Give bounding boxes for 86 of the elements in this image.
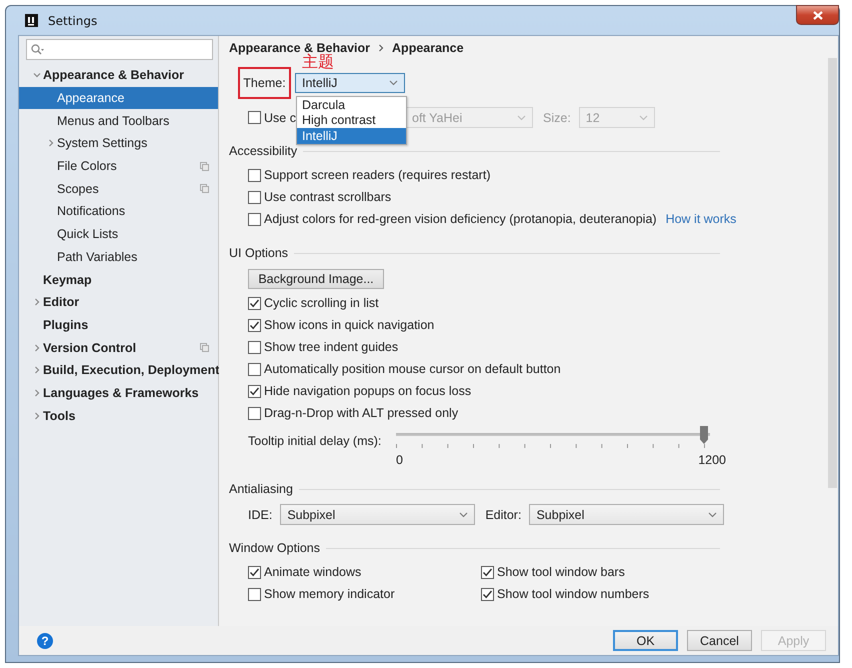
chevron-down-icon bbox=[517, 114, 526, 120]
checkbox[interactable] bbox=[481, 588, 494, 600]
chevron-down-icon bbox=[459, 512, 468, 518]
checkbox[interactable] bbox=[248, 384, 261, 398]
checkbox-label: Show memory indicator bbox=[264, 587, 395, 601]
antialiasing-dropdown[interactable]: Subpixel bbox=[280, 504, 476, 525]
checkbox-label: Support screen readers (requires restart) bbox=[264, 168, 490, 182]
sidebar-item[interactable]: Languages & Frameworks bbox=[19, 382, 218, 404]
slider-thumb[interactable] bbox=[700, 426, 708, 444]
sidebar-item[interactable]: Version Control bbox=[19, 336, 218, 359]
annotation-text: 主题 bbox=[302, 52, 334, 73]
help-link[interactable]: How it works bbox=[666, 212, 736, 226]
checkbox-label: Adjust colors for red-green vision deficiency (protanopia, deuteranopia) bbox=[264, 212, 657, 226]
slider-label: Tooltip initial delay (ms): bbox=[248, 434, 382, 448]
checkbox[interactable] bbox=[248, 190, 261, 204]
section-title: Window Options bbox=[229, 541, 320, 555]
sidebar-item[interactable]: Quick Lists bbox=[19, 222, 218, 246]
app-icon bbox=[25, 14, 38, 27]
close-icon bbox=[812, 10, 822, 20]
size-label: Size: bbox=[543, 110, 571, 124]
sidebar-item[interactable]: Editor bbox=[19, 290, 218, 314]
chevron-down-icon bbox=[708, 512, 718, 518]
checkbox[interactable] bbox=[248, 296, 261, 310]
combo-label: IDE: bbox=[248, 508, 272, 522]
checkbox-label: Use contrast scrollbars bbox=[264, 190, 392, 204]
section-title: Accessibility bbox=[229, 144, 298, 158]
checkbox-label: Show tree indent guides bbox=[264, 340, 398, 354]
checkbox[interactable] bbox=[248, 318, 261, 332]
dropdown-option[interactable]: Darcula bbox=[297, 97, 406, 112]
checkbox-label: Animate windows bbox=[264, 565, 362, 579]
sidebar-item[interactable]: Scopes bbox=[19, 177, 218, 200]
checkbox[interactable] bbox=[481, 566, 494, 578]
combo-label: Editor: bbox=[485, 508, 522, 522]
dialog-button[interactable]: OK bbox=[613, 630, 678, 651]
checkbox[interactable] bbox=[248, 212, 261, 226]
breadcrumb-item: Appearance bbox=[392, 41, 464, 55]
checkbox[interactable] bbox=[248, 168, 261, 182]
copy-icon bbox=[200, 343, 209, 352]
sidebar-item[interactable]: Notifications bbox=[19, 200, 218, 223]
checkbox-label: Automatically position mouse cursor on default button bbox=[264, 362, 561, 376]
copy-icon bbox=[200, 184, 209, 194]
checkbox-label: Use c bbox=[264, 110, 294, 124]
chevron-down-icon bbox=[389, 80, 398, 86]
breadcrumb-separator-icon bbox=[378, 44, 384, 52]
sidebar-item[interactable]: Appearance bbox=[19, 86, 218, 110]
theme-dropdown[interactable]: IntelliJ bbox=[295, 73, 405, 93]
sidebar-item[interactable]: Path Variables bbox=[19, 246, 218, 268]
search-field[interactable] bbox=[26, 39, 213, 60]
sidebar-item[interactable]: Plugins bbox=[19, 314, 218, 336]
checkbox[interactable] bbox=[248, 362, 261, 376]
copy-icon bbox=[200, 162, 209, 171]
dropdown-option[interactable]: IntelliJ bbox=[297, 128, 406, 144]
checkbox[interactable] bbox=[248, 406, 261, 420]
sidebar-item[interactable]: Tools bbox=[19, 404, 218, 427]
close-button[interactable] bbox=[796, 5, 839, 25]
sidebar-item[interactable]: Keymap bbox=[19, 268, 218, 291]
dialog-button[interactable]: Cancel bbox=[687, 630, 752, 651]
checkbox-label: Show tool window bars bbox=[497, 565, 625, 579]
slider-min-label: 0 bbox=[396, 453, 403, 467]
scrollbar-thumb[interactable] bbox=[828, 58, 837, 488]
sidebar-item[interactable]: Appearance & Behavior bbox=[19, 64, 218, 87]
checkbox[interactable] bbox=[248, 340, 261, 354]
theme-label: Theme: bbox=[243, 76, 286, 90]
antialiasing-dropdown[interactable]: Subpixel bbox=[529, 504, 724, 525]
checkbox-label: Drag-n-Drop with ALT pressed only bbox=[264, 406, 458, 420]
section-title: Antialiasing bbox=[229, 482, 293, 496]
dropdown-option[interactable]: High contrast bbox=[297, 112, 406, 128]
chevron-down-icon bbox=[638, 114, 648, 120]
checkbox[interactable] bbox=[248, 588, 261, 600]
slider-max-label: 1200 bbox=[698, 453, 726, 467]
checkbox-label: Hide navigation popups on focus loss bbox=[264, 384, 472, 398]
window-title: Settings bbox=[48, 14, 98, 28]
checkbox-label: Cyclic scrolling in list bbox=[264, 296, 379, 310]
sidebar-item[interactable]: Build, Execution, Deployment bbox=[19, 358, 218, 382]
checkbox-label: Show tool window numbers bbox=[497, 587, 650, 601]
section-title: UI Options bbox=[229, 246, 288, 260]
checkbox-label: Show icons in quick navigation bbox=[264, 318, 434, 332]
sidebar-item[interactable]: System Settings bbox=[19, 132, 218, 155]
breadcrumb-item: Appearance & Behavior bbox=[229, 41, 370, 55]
checkbox[interactable] bbox=[248, 566, 261, 578]
dialog-button: Apply bbox=[761, 630, 826, 651]
sidebar-item[interactable]: Menus and Toolbars bbox=[19, 109, 218, 132]
sidebar-item[interactable]: File Colors bbox=[19, 154, 218, 178]
search-icon bbox=[31, 44, 44, 55]
help-button[interactable]: ? bbox=[37, 632, 53, 648]
background-image-button[interactable]: Background Image... bbox=[248, 269, 384, 289]
